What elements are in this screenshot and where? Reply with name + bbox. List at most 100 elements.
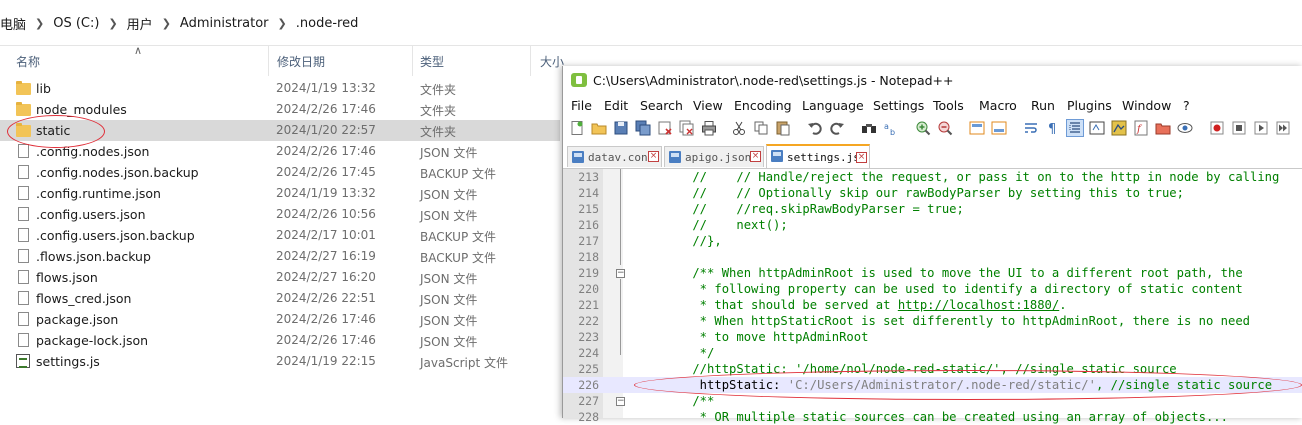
file-row-flows-json[interactable]: flows.json 2024/2/27 16:20 JSON 文件 [0,267,560,288]
menu-macro[interactable]: Macro [979,98,1017,113]
replace-icon[interactable]: ab [883,120,899,136]
close-file-icon[interactable] [657,120,673,136]
paste-icon[interactable] [775,120,791,136]
file-row-package-json[interactable]: package.json 2024/2/26 17:46 JSON 文件 [0,309,560,330]
document-map-icon[interactable] [1111,120,1127,136]
column-header-name[interactable]: 名称 [16,53,40,70]
code-line[interactable]: 221 * that should be served at http://lo… [563,297,1302,313]
undo-icon[interactable] [807,120,823,136]
close-all-icon[interactable] [679,120,695,136]
code-line[interactable]: 227 /** [563,393,1302,409]
column-divider[interactable] [530,46,531,76]
close-tab-icon[interactable]: × [648,151,659,162]
sync-horizontal-icon[interactable] [991,120,1007,136]
tab-datav-conf[interactable]: datav.conf × [567,146,662,167]
close-tab-icon[interactable]: × [750,151,761,162]
code-line[interactable]: 217 //}, [563,233,1302,249]
menu-file[interactable]: File [571,98,592,113]
start-recording-icon[interactable] [1209,120,1225,136]
indent-guide-icon[interactable] [1066,119,1084,137]
new-file-icon[interactable] [569,120,585,136]
close-tab-icon[interactable]: × [856,152,867,163]
folder-as-workspace-icon[interactable] [1155,120,1171,136]
menu-run[interactable]: Run [1031,98,1055,113]
breadcrumb-item-pc[interactable]: 电脑 [0,14,26,33]
file-row-config-runtime-json[interactable]: .config.runtime.json 2024/1/19 13:32 JSO… [0,183,560,204]
file-row-node-modules[interactable]: node_modules 2024/2/26 17:46 文件夹 [0,99,560,120]
fold-collapse-icon[interactable]: − [616,397,625,406]
menu-view[interactable]: View [693,98,723,113]
code-line[interactable]: 222 * When httpStaticRoot is set differe… [563,313,1302,329]
menu-window[interactable]: Window [1122,98,1171,113]
code-line[interactable]: 223 * to move httpAdminRoot [563,329,1302,345]
run-macro-multiple-icon[interactable] [1275,120,1291,136]
menu-help[interactable]: ? [1183,98,1190,113]
file-row-config-users-json-backup[interactable]: .config.users.json.backup 2024/2/17 10:0… [0,225,560,246]
url-link[interactable]: http://localhost:1880/ [898,298,1059,312]
file-row-static[interactable]: static 2024/1/20 22:57 文件夹 [0,120,560,141]
menu-plugins[interactable]: Plugins [1067,98,1112,113]
menu-settings[interactable]: Settings [873,98,924,113]
code-line[interactable]: 219 /** When httpAdminRoot is used to mo… [563,265,1302,281]
column-divider[interactable] [268,46,269,76]
file-type: JSON 文件 [420,293,478,307]
code-line[interactable]: 225 //httpStatic: '/home/nol/node-red-st… [563,361,1302,377]
print-icon[interactable] [701,120,717,136]
playback-icon[interactable] [1253,120,1269,136]
redo-icon[interactable] [829,120,845,136]
find-icon[interactable] [861,120,877,136]
code-line[interactable]: 224 */ [563,345,1302,361]
monitoring-icon[interactable] [1177,120,1193,136]
file-row-config-users-json[interactable]: .config.users.json 2024/2/26 10:56 JSON … [0,204,560,225]
save-all-icon[interactable] [635,120,651,136]
file-row-flows-cred-json[interactable]: flows_cred.json 2024/2/26 22:51 JSON 文件 [0,288,560,309]
show-all-characters-icon[interactable]: ¶ [1045,120,1061,136]
copy-icon[interactable] [753,120,769,136]
column-header-modified[interactable]: 修改日期 [277,53,325,70]
menu-encoding[interactable]: Encoding [734,98,792,113]
function-list-icon[interactable]: f [1133,120,1149,136]
file-row-config-nodes-json[interactable]: .config.nodes.json 2024/2/26 17:46 JSON … [0,141,560,162]
stop-recording-icon[interactable] [1231,120,1247,136]
menu-edit[interactable]: Edit [604,98,628,113]
zoom-in-icon[interactable] [915,120,931,136]
breadcrumb-item-users[interactable]: 用户 [127,14,153,33]
menu-tools[interactable]: Tools [933,98,964,113]
file-name: .config.nodes.json.backup [36,165,199,180]
column-divider[interactable] [412,46,413,76]
code-line[interactable]: 228 * OR multiple static sources can be … [563,409,1302,425]
open-file-icon[interactable] [591,120,607,136]
cut-icon[interactable] [731,120,747,136]
window-titlebar[interactable]: C:\Users\Administrator\.node-red\setting… [563,66,1302,94]
sync-vertical-icon[interactable] [969,120,985,136]
file-row-package-lock-json[interactable]: package-lock.json 2024/2/26 17:46 JSON 文… [0,330,560,351]
file-row-settings-js[interactable]: settings.js 2024/1/19 22:15 JavaScript 文… [0,351,560,372]
code-line[interactable]: 216 // next(); [563,217,1302,233]
code-line[interactable]: 218 [563,249,1302,265]
column-header-size[interactable]: 大小 [540,53,564,70]
tab-settings-js[interactable]: settings.js × [766,144,870,168]
save-icon[interactable] [613,120,629,136]
file-row-lib[interactable]: lib 2024/1/19 13:32 文件夹 [0,78,560,99]
file-modified: 2024/1/20 22:57 [276,123,376,137]
zoom-out-icon[interactable] [937,120,953,136]
word-wrap-icon[interactable] [1023,120,1039,136]
code-line-current[interactable]: 226 httpStatic: 'C:/Users/Administrator/… [563,377,1302,393]
code-line[interactable]: 213 // // Handle/reject the request, or … [563,169,1302,185]
breadcrumb-item-drive[interactable]: OS (C:) [53,16,99,31]
file-row-flows-json-backup[interactable]: .flows.json.backup 2024/2/27 16:19 BACKU… [0,246,560,267]
column-header-type[interactable]: 类型 [420,53,444,70]
user-defined-language-icon[interactable] [1089,120,1105,136]
breadcrumb-item-administrator[interactable]: Administrator [180,16,269,31]
folder-icon [16,123,31,138]
fold-collapse-icon[interactable]: − [616,269,625,278]
menu-language[interactable]: Language [802,98,864,113]
file-row-config-nodes-json-backup[interactable]: .config.nodes.json.backup 2024/2/26 17:4… [0,162,560,183]
code-editor[interactable]: 213 // // Handle/reject the request, or … [563,169,1302,424]
code-line[interactable]: 220 * following property can be used to … [563,281,1302,297]
breadcrumb-item-node-red[interactable]: .node-red [296,16,359,31]
menu-search[interactable]: Search [640,98,683,113]
tab-apigo-json[interactable]: apigo.json × [664,146,764,167]
code-line[interactable]: 214 // // Optionally skip our rawBodyPar… [563,185,1302,201]
code-line[interactable]: 215 // //req.skipRawBodyParser = true; [563,201,1302,217]
